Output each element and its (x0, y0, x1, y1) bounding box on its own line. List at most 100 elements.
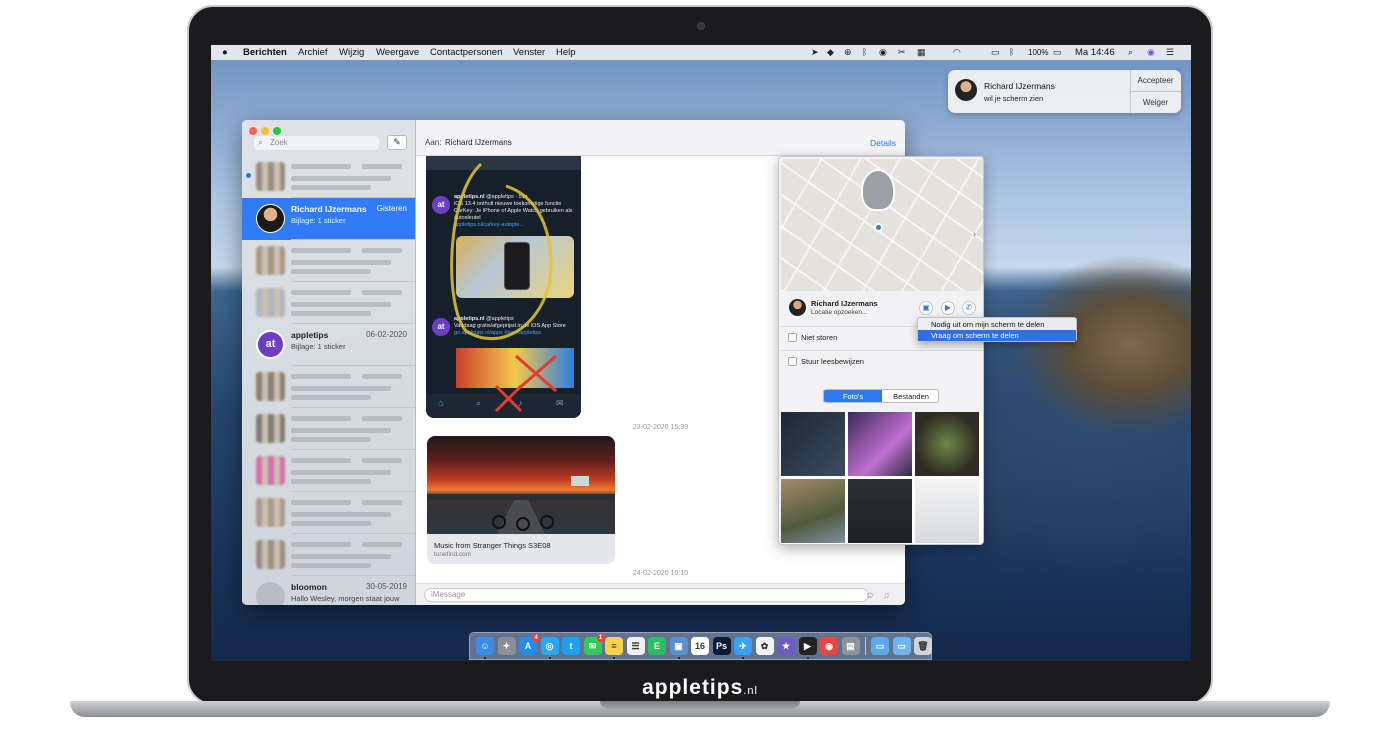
zoom-button[interactable] (273, 127, 281, 135)
tweetbot-icon[interactable]: ✈ (734, 637, 752, 655)
conversation-item[interactable]: bloomon 30-05-2019 Hallo Wesley, morgen st… (242, 576, 415, 605)
battery-icon[interactable]: ▭ (1053, 47, 1062, 58)
trash-icon[interactable]: 🗑 (914, 637, 932, 655)
folder-icon[interactable]: ▭ (871, 637, 889, 655)
tab-photos[interactable]: Foto's (824, 390, 882, 402)
preview-icon[interactable]: ▣ (669, 637, 688, 655)
dropbox-icon[interactable]: ◆ (827, 47, 834, 58)
notes-icon[interactable]: ≡ (605, 637, 623, 655)
bluetooth-alt-icon[interactable]: ᛒ (862, 47, 867, 58)
conversation-item[interactable] (242, 450, 415, 492)
photo-thumbnail[interactable] (781, 412, 845, 476)
emoji-icon[interactable]: ☺ (864, 589, 876, 601)
finder-icon[interactable]: ☺ (476, 637, 494, 655)
details-button[interactable]: Details (870, 138, 896, 148)
photo-thumbnail[interactable] (915, 412, 979, 476)
menu-item-invite-share[interactable]: Nodig uit om mijn scherm te delen (918, 319, 1076, 330)
running-indicator (484, 657, 486, 659)
redacted-text (362, 374, 402, 379)
conversation-item[interactable] (242, 282, 415, 324)
close-button[interactable] (249, 127, 257, 135)
siri-icon[interactable]: ◉ (1147, 47, 1155, 58)
apple-icon[interactable]: ● (222, 46, 228, 59)
photo-thumbnail[interactable] (848, 412, 912, 476)
menu-item-ask-share[interactable]: Vraag om scherm te delen (918, 330, 1076, 341)
video-call-button[interactable]: ▶ (941, 301, 955, 315)
photo-thumbnail[interactable] (915, 479, 979, 543)
conversation-item[interactable] (242, 240, 415, 282)
conversation-date: 30-05-2019 (366, 582, 407, 591)
minimize-button[interactable] (261, 127, 269, 135)
timestamp: 24-02-2020 10:10 (632, 570, 689, 577)
menu-venster[interactable]: Venster (513, 46, 545, 59)
twitter-icon[interactable]: t (562, 637, 580, 655)
redacted-text (291, 428, 391, 433)
messages-icon[interactable]: ✉ 1 (583, 634, 605, 655)
do-not-disturb-checkbox[interactable] (788, 333, 797, 342)
bluetooth-icon[interactable]: ᛒ (1009, 47, 1014, 58)
conversation-item[interactable]: at appletips 06-02-2020 Bijlage: 1 sticker (242, 324, 415, 366)
chrome-icon[interactable]: ◉ (820, 637, 838, 655)
conversation-item[interactable] (242, 156, 415, 198)
photoshop-icon[interactable]: Ps (712, 637, 731, 655)
photo-thumbnail[interactable] (781, 479, 845, 543)
menu-wijzig[interactable]: Wijzig (339, 46, 364, 59)
conversation-item[interactable] (242, 408, 415, 450)
running-indicator (806, 657, 809, 659)
screen-share-button[interactable]: ▣ (919, 301, 933, 315)
conversation-item[interactable]: Richard IJzermans Gisteren Bijlage: 1 stic… (242, 198, 415, 240)
calendar-icon[interactable]: 16 (691, 637, 709, 655)
redacted-text (362, 248, 402, 253)
final-cut-icon[interactable]: ▶ (798, 637, 817, 655)
reminders-icon[interactable]: ☰ (626, 637, 645, 655)
accept-button[interactable]: Accepteer (1130, 70, 1181, 91)
menu-archief[interactable]: Archief (298, 46, 328, 59)
redacted-text (291, 554, 391, 559)
list-icon[interactable]: ☰ (1166, 47, 1174, 58)
photos-icon[interactable]: ✿ (755, 637, 774, 655)
airplay-icon[interactable]: ▭ (991, 47, 1000, 58)
safari-icon[interactable]: ◎ (540, 637, 559, 655)
audio-icon[interactable]: ♫ (883, 589, 897, 601)
evernote-icon[interactable]: E (648, 637, 666, 655)
wifi-icon[interactable]: ◠ (953, 47, 961, 58)
conversation-item[interactable] (242, 534, 415, 576)
timemachine-icon[interactable]: ⊕ (844, 47, 852, 58)
app-store-icon[interactable]: A4 (519, 634, 540, 655)
search-input[interactable]: ⌕ Zoek (254, 136, 379, 150)
menu-contactpersonen[interactable]: Contactpersonen (430, 46, 502, 59)
location-map[interactable]: › (781, 159, 983, 291)
photo-thumbnail[interactable] (848, 479, 912, 543)
chevron-right-icon[interactable]: › (973, 229, 976, 239)
search-icon[interactable]: ⌕ (1128, 47, 1133, 58)
grid-icon[interactable]: ▦ (917, 47, 926, 58)
decline-button[interactable]: Weiger (1130, 92, 1181, 113)
phone-call-button[interactable]: ✆ (962, 301, 976, 315)
launchpad-icon[interactable]: ✦ (497, 637, 516, 655)
link-preview-card[interactable]: Music from Stranger Things S3E08 tunefin… (427, 436, 615, 564)
notification-body: wil je scherm zien (984, 94, 1044, 103)
tab-files[interactable]: Bestanden (882, 390, 938, 402)
screenshot-attachment[interactable]: at appletips.nl @appletips · 51s iOS 13.… (426, 156, 581, 418)
read-receipts-label: Stuur leesbewijzen (801, 357, 864, 366)
imovie-icon[interactable]: ★ (777, 637, 795, 655)
downloads-icon[interactable]: ▭ (892, 637, 911, 655)
eye-icon[interactable]: ◉ (879, 47, 887, 58)
location-icon[interactable]: ➤ (811, 47, 819, 58)
menu-help[interactable]: Help (556, 46, 576, 59)
menu-clock[interactable]: Ma 14:46 (1075, 46, 1115, 59)
contact-name: Richard IJzermans (811, 299, 878, 308)
menu-weergave[interactable]: Weergave (376, 46, 419, 59)
conversation-item[interactable] (242, 366, 415, 408)
compose-button[interactable]: ✎ (387, 135, 407, 150)
screen-share-notification[interactable]: Richard IJzermans wil je scherm zien Acc… (948, 70, 1181, 113)
recipient-name[interactable]: Richard IJzermans (445, 138, 512, 147)
scissors-icon[interactable]: ✂ (898, 47, 906, 58)
screenshot-icon[interactable]: ▤ (841, 637, 860, 655)
message-input[interactable]: iMessage (424, 588, 869, 602)
read-receipts-checkbox[interactable] (788, 357, 797, 366)
avatar (256, 204, 285, 233)
conversation-item[interactable] (242, 492, 415, 534)
conversation-sidebar: ⌕ Zoek ✎ Richard IJzermans Gisteren Bijlag… (242, 120, 416, 605)
menu-app-name[interactable]: Berichten (243, 46, 287, 59)
